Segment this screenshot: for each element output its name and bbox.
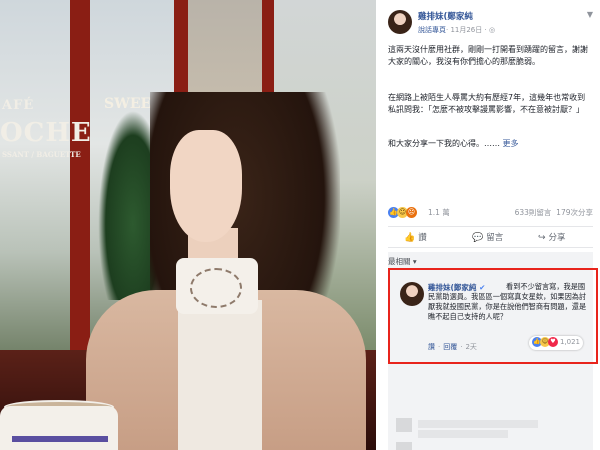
coffee-cup [0, 406, 118, 450]
comment-share-counts[interactable]: 633則留言 179次分享 [515, 207, 593, 218]
action-bar: 👍 讚 💬 留言 ↪ 分享 [388, 226, 593, 248]
comment-like-link[interactable]: 讚 [428, 343, 435, 351]
reaction-count[interactable]: 1.1 萬 [428, 207, 450, 218]
woman-face [170, 130, 242, 242]
comment-count[interactable]: 633則留言 [515, 208, 552, 217]
share-count[interactable]: 179次分享 [556, 208, 593, 217]
window-sign-text: SWEE [104, 96, 152, 112]
comment-reply-link[interactable]: 回覆 [443, 343, 457, 351]
globe-icon: ◎ [488, 26, 496, 34]
like-button[interactable]: 👍 讚 [404, 231, 427, 243]
window-pane [0, 0, 70, 360]
comments-section: 最相關 ▾ 看到不少留言寫，我是國民黨助選員。我區區一個寫真女星欸，如果因為討厭… [388, 252, 598, 450]
blurred-avatar [396, 418, 412, 432]
share-arrow-icon: ↪ [538, 233, 546, 243]
comment-actions: 讚 · 回覆 · 2天 [428, 343, 477, 351]
love-icon: ♥ [547, 337, 558, 347]
blurred-avatar [396, 442, 412, 450]
speech-bubble-icon: 💬 [472, 233, 484, 243]
post-paragraph: 這兩天沒什麼用社群，剛剛一打開看到踴躍的留言，謝謝大家的關心，我沒有你們擔心的那… [388, 45, 588, 66]
author-name[interactable]: 雞排妹(鄭家純 [418, 10, 473, 22]
like-button-label: 讚 [418, 233, 427, 243]
post-meta: 說話專頁· 11月26日 · ◎ [418, 25, 495, 35]
window-sign-text: OCHE [0, 118, 92, 148]
post-paragraph: 和大家分享一下我的心得。…… 更多 [388, 138, 588, 150]
share-button[interactable]: ↪ 分享 [538, 231, 566, 243]
comment-reactions[interactable]: 👍☺ ♥ 1,021 [528, 336, 583, 350]
post-paragraph: 在網路上被陌生人辱罵大約有歷經7年，這幾年也常收到私訊問我：「怎麼不被攻擊謾罵影… [388, 93, 586, 114]
window-sign-text: AFÉ [2, 98, 35, 113]
comment-button[interactable]: 💬 留言 [472, 231, 503, 243]
author-avatar[interactable] [388, 10, 412, 34]
page-link[interactable]: 說話專頁 [418, 26, 446, 34]
comment-reaction-count: 1,021 [559, 338, 580, 346]
blurred-comment [418, 420, 538, 428]
angry-icon: ☹ [406, 207, 417, 218]
window-sign-text: SSANT / BAGUETTE [2, 150, 81, 159]
thumbs-up-icon: 👍 [404, 233, 416, 243]
reaction-icons: 👍☺ ☹ [388, 207, 417, 219]
post-paragraph-text: 和大家分享一下我的心得。…… [388, 139, 500, 148]
post-photo[interactable]: AFÉ OCHE SSANT / BAGUETTE SWEE [0, 0, 376, 450]
comment-button-label: 留言 [486, 233, 504, 243]
post-header: 雞排妹(鄭家純 說話專頁· 11月26日 · ◎ ▼ [388, 8, 593, 38]
woman-sweater [178, 300, 262, 450]
chevron-down-icon[interactable]: ▼ [587, 10, 593, 19]
post-date[interactable]: · 11月26日 · [446, 26, 489, 34]
coffee-cup-stripe [12, 436, 108, 442]
commenter-avatar[interactable] [400, 282, 424, 306]
see-more-link[interactable]: 更多 [503, 139, 519, 148]
commenter-name-text: 雞排妹(鄭家純 [428, 283, 477, 292]
post-panel: 雞排妹(鄭家純 說話專頁· 11月26日 · ◎ ▼ 這兩天沒什麼用社群，剛剛一… [376, 0, 600, 450]
comment-sort-dropdown[interactable]: 最相關 ▾ [388, 256, 417, 267]
share-button-label: 分享 [548, 233, 566, 243]
reaction-summary[interactable]: 👍☺ ☹ 1.1 萬 633則留言 179次分享 [388, 207, 593, 219]
verified-icon: ✔ [479, 283, 486, 292]
lace-tie [190, 268, 242, 308]
comment-time[interactable]: 2天 [465, 343, 476, 351]
commenter-name[interactable]: 雞排妹(鄭家純 ✔ [428, 282, 485, 293]
blurred-comment [418, 430, 508, 438]
